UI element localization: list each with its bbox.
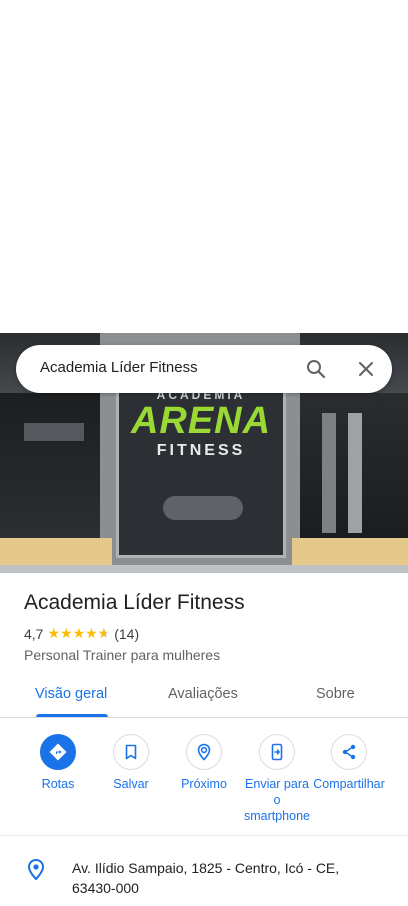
divider — [0, 835, 408, 836]
nearby-label: Próximo — [181, 777, 227, 791]
search-bar[interactable]: Academia Líder Fitness — [16, 345, 392, 393]
tab-about[interactable]: Sobre — [316, 686, 355, 702]
photo-machine — [322, 413, 336, 533]
directions-button[interactable]: Rotas — [22, 734, 94, 792]
bookmark-icon — [113, 734, 149, 770]
tab-overview[interactable]: Visão geral — [35, 686, 107, 702]
send-to-phone-label: Enviar para o smartphone — [243, 777, 310, 823]
close-icon[interactable] — [354, 357, 378, 381]
photo-machine — [24, 423, 84, 441]
star-rating-icon: ★★★★★ ★ — [47, 625, 111, 641]
poster-main-text: ARENA — [130, 400, 272, 442]
nearby-button[interactable]: Próximo — [168, 734, 240, 792]
location-pin-icon — [26, 858, 46, 882]
send-to-phone-button[interactable]: Enviar para o smartphone — [241, 734, 313, 824]
photo-floor — [292, 538, 408, 568]
address-text[interactable]: Av. Ilídio Sampaio, 1825 - Centro, Icó -… — [72, 858, 372, 898]
save-button[interactable]: Salvar — [95, 734, 167, 792]
action-bar: Rotas Salvar Próximo Enviar para o smart… — [0, 734, 408, 834]
reviews-count[interactable]: (14) — [114, 626, 139, 642]
photo-floor — [0, 538, 112, 568]
directions-icon — [40, 734, 76, 770]
poster-sub-text: FITNESS — [156, 442, 246, 459]
rating-value: 4,7 — [24, 625, 44, 642]
share-icon — [331, 734, 367, 770]
send-to-phone-icon — [259, 734, 295, 770]
blank-area — [0, 0, 408, 333]
address-row[interactable]: Av. Ilídio Sampaio, 1825 - Centro, Icó -… — [0, 852, 408, 906]
rating-row[interactable]: 4,7 ★★★★★ ★ (14) — [24, 625, 139, 642]
nearby-icon — [186, 734, 222, 770]
share-button[interactable]: Compartilhar — [313, 734, 385, 792]
directions-label: Rotas — [41, 777, 75, 791]
active-tab-indicator — [36, 714, 108, 717]
share-label: Compartilhar — [313, 777, 385, 791]
photo-machine — [348, 413, 362, 533]
tab-reviews[interactable]: Avaliações — [168, 686, 238, 702]
photo-gym-left — [0, 393, 100, 543]
place-tabs: Visão geral Avaliações Sobre — [0, 676, 408, 718]
search-icon[interactable] — [304, 357, 328, 381]
place-category[interactable]: Personal Trainer para mulheres — [24, 647, 220, 663]
photo-base — [0, 565, 408, 573]
place-title: Academia Líder Fitness — [24, 591, 245, 614]
save-label: Salvar — [113, 777, 149, 791]
search-query[interactable]: Academia Líder Fitness — [40, 359, 198, 376]
poster-shoes — [163, 496, 243, 520]
